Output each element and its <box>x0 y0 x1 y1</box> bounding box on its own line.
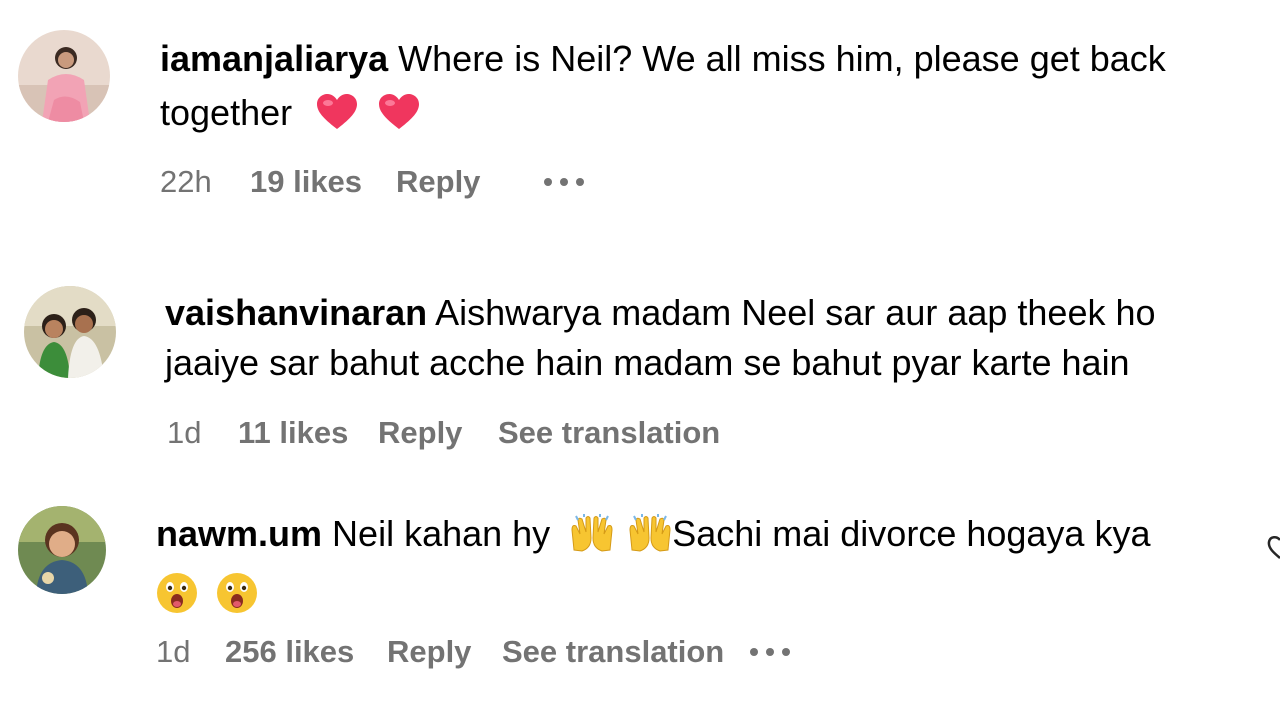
see-translation-button[interactable]: See translation <box>502 634 724 670</box>
likes-count[interactable]: 19 likes <box>250 164 362 200</box>
comment-text: Aishwarya madam Neel sar aur aap theek h… <box>435 292 1156 333</box>
more-options-icon[interactable] <box>544 177 584 187</box>
reply-button[interactable]: Reply <box>396 164 480 200</box>
heart-emoji <box>316 93 358 145</box>
like-heart-icon[interactable] <box>1266 534 1280 567</box>
comment-text-continued: together <box>160 92 293 133</box>
comment-body: nawm.um Neil kahan hy Sachi mai divorce … <box>156 508 1256 628</box>
more-options-icon[interactable] <box>750 647 790 657</box>
raising-hands-emoji <box>628 514 672 566</box>
comment-meta: 22h 19 likes Reply <box>0 164 1280 204</box>
avatar[interactable] <box>18 506 106 594</box>
comment-text-continued: Sachi mai divorce hogaya kya <box>672 513 1151 554</box>
comment-time: 1d <box>156 634 191 669</box>
heart-emoji <box>378 93 420 145</box>
comment-text: Where is Neil? We all miss him, please g… <box>398 38 1166 79</box>
comment-time: 22h <box>160 164 212 199</box>
comment-body: vaishanvinaran Aishwarya madam Neel sar … <box>165 287 1265 389</box>
comment-meta: 1d 11 likes Reply See translation <box>0 415 1280 455</box>
comment-text: Neil kahan hy <box>332 513 551 554</box>
likes-count[interactable]: 11 likes <box>238 415 348 451</box>
comment-body: iamanjaliarya Where is Neil? We all miss… <box>160 33 1260 145</box>
avatar[interactable] <box>24 286 116 378</box>
astonished-face-emoji <box>216 572 258 628</box>
comment-meta: 1d 256 likes Reply See translation <box>0 634 1280 674</box>
astonished-face-emoji <box>156 572 198 628</box>
avatar[interactable] <box>18 30 110 122</box>
reply-button[interactable]: Reply <box>378 415 462 451</box>
username[interactable]: iamanjaliarya <box>160 38 388 79</box>
comment-time: 1d <box>167 415 202 450</box>
see-translation-button[interactable]: See translation <box>498 415 720 451</box>
reply-button[interactable]: Reply <box>387 634 471 670</box>
comment-text-continued: jaaiye sar bahut acche hain madam se bah… <box>165 342 1130 383</box>
username[interactable]: nawm.um <box>156 513 322 554</box>
username[interactable]: vaishanvinaran <box>165 292 427 333</box>
raising-hands-emoji <box>570 514 614 566</box>
likes-count[interactable]: 256 likes <box>225 634 354 670</box>
